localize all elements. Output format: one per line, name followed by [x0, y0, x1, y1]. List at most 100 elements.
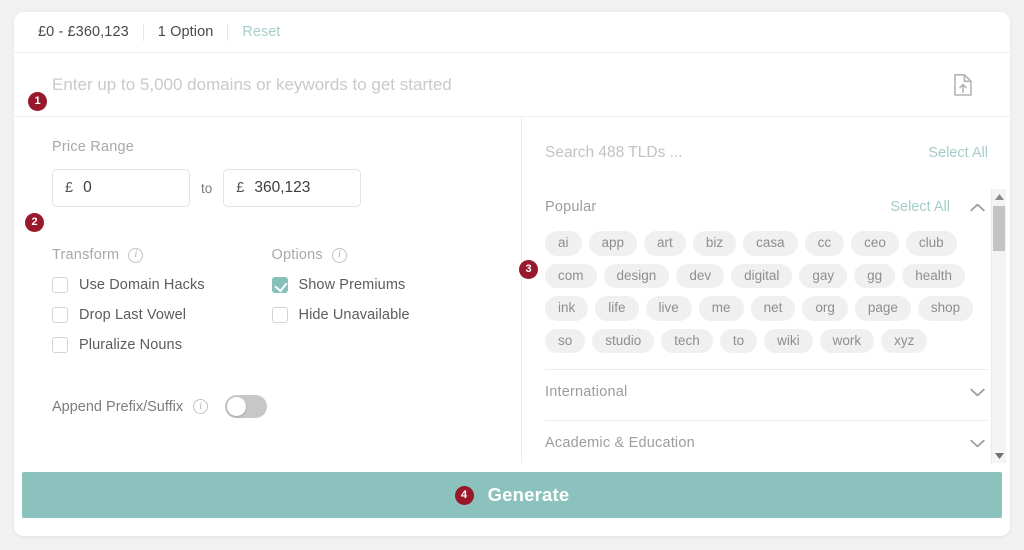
select-all-tlds-button[interactable]: Select All [928, 145, 988, 161]
checkbox-drop-last-vowel[interactable]: Drop Last Vowel [52, 307, 272, 323]
tld-chip[interactable]: art [644, 231, 686, 256]
toggle-knob [227, 397, 247, 416]
options-columns: Transform i Use Domain Hacks Drop Last V… [52, 247, 491, 367]
step-badge-3: 3 [519, 260, 538, 279]
keyword-search-row [14, 53, 1010, 117]
keyword-search-input[interactable] [32, 74, 946, 95]
reset-button[interactable]: Reset [228, 25, 294, 40]
step-badge-1: 1 [28, 92, 47, 111]
tld-chip[interactable]: club [905, 231, 957, 256]
generate-button-label: Generate [487, 484, 570, 505]
price-separator-label: to [201, 180, 213, 196]
checkbox-pluralize-nouns[interactable]: Pluralize Nouns [52, 337, 272, 353]
file-upload-icon[interactable] [946, 68, 980, 102]
info-icon[interactable]: i [128, 247, 144, 263]
tld-chip[interactable]: life [595, 296, 639, 321]
tld-chip[interactable]: work [819, 328, 875, 353]
tld-chip[interactable]: cc [804, 231, 845, 256]
tld-chip[interactable]: to [719, 328, 758, 353]
tld-group-list: Popular Select All ai app art biz casa c… [522, 189, 1010, 463]
checkbox-box[interactable] [271, 307, 288, 323]
tld-group-title: Popular [545, 199, 597, 215]
scroll-up-arrow-icon[interactable] [992, 189, 1006, 204]
options-count: 1 Option [157, 23, 214, 40]
price-max-input[interactable] [254, 179, 349, 197]
currency-symbol: £ [65, 180, 74, 196]
checkbox-box[interactable] [52, 277, 68, 293]
tld-chip[interactable]: com [545, 263, 597, 288]
tld-list-scrollbar[interactable] [991, 189, 1006, 463]
append-prefix-suffix-toggle[interactable] [225, 395, 268, 418]
tld-chip[interactable]: xyz [881, 328, 928, 353]
scrollbar-thumb[interactable] [993, 206, 1005, 251]
tld-search-row: Select All [522, 117, 1010, 189]
tld-chip[interactable]: me [698, 296, 744, 321]
tld-chip[interactable]: dev [676, 263, 725, 288]
checkbox-label: Pluralize Nouns [79, 337, 183, 353]
checkbox-hide-unavailable[interactable]: Hide Unavailable [271, 307, 492, 323]
checkbox-label: Drop Last Vowel [79, 307, 187, 323]
tld-chip[interactable]: biz [692, 231, 737, 256]
transform-header: Transform i [52, 247, 272, 263]
chevron-up-icon[interactable] [966, 203, 988, 212]
append-prefix-suffix-row: Append Prefix/Suffix i [52, 395, 491, 418]
tld-chip[interactable]: so [545, 328, 586, 353]
tld-chip[interactable]: shop [917, 296, 974, 321]
tld-chip[interactable]: design [603, 263, 670, 288]
tld-group-header-popular[interactable]: Popular Select All [522, 189, 988, 225]
price-min-input[interactable] [83, 179, 177, 197]
tld-chip[interactable]: app [588, 231, 638, 256]
tld-chip[interactable]: casa [743, 231, 798, 256]
chevron-down-icon[interactable] [966, 439, 988, 448]
tld-chip[interactable]: gay [799, 263, 848, 288]
tld-chip[interactable]: digital [731, 263, 793, 288]
checkbox-show-premiums[interactable]: Show Premiums [271, 277, 492, 293]
tld-chip-list-popular: ai app art biz casa cc ceo club com desi… [522, 225, 974, 363]
price-range-row: £ to £ [52, 169, 491, 207]
options-label: Options [271, 247, 323, 263]
info-icon[interactable]: i [193, 399, 209, 414]
tld-chip[interactable]: live [645, 296, 692, 321]
price-max-field[interactable]: £ [223, 169, 362, 207]
tld-group-title: International [545, 384, 628, 400]
checkbox-label: Show Premiums [298, 277, 406, 293]
scroll-down-arrow-icon[interactable] [992, 448, 1006, 463]
tld-chip[interactable]: ceo [851, 231, 899, 256]
select-all-popular-button[interactable]: Select All [890, 199, 950, 215]
transform-column: Transform i Use Domain Hacks Drop Last V… [52, 247, 272, 367]
checkbox-use-domain-hacks[interactable]: Use Domain Hacks [52, 277, 272, 293]
tld-chip[interactable]: ink [545, 296, 589, 321]
checkbox-label: Use Domain Hacks [79, 277, 205, 293]
tld-chip[interactable]: gg [854, 263, 896, 288]
info-icon[interactable]: i [331, 247, 347, 263]
filters-body: Price Range £ to £ Transform i [14, 117, 1010, 463]
domain-generator-card: £0 - £360,123 1 Option Reset Price Range… [14, 12, 1010, 536]
tld-panel: Select All Popular Select All ai app art… [522, 117, 1010, 463]
currency-symbol: £ [236, 180, 245, 196]
transform-label: Transform [52, 247, 120, 263]
tld-chip[interactable]: org [802, 296, 848, 321]
chevron-down-icon[interactable] [966, 388, 988, 397]
price-min-field[interactable]: £ [52, 169, 190, 207]
tld-chip[interactable]: net [750, 296, 796, 321]
options-column: Options i Show Premiums Hide Unavailable [271, 247, 492, 367]
tld-group-header-academic-education[interactable]: Academic & Education [522, 421, 988, 463]
tld-chip[interactable]: health [902, 263, 965, 288]
checkbox-label: Hide Unavailable [298, 307, 410, 323]
checkbox-box[interactable] [271, 277, 288, 293]
step-badge-2: 2 [25, 213, 44, 232]
tld-group-header-international[interactable]: International [522, 370, 988, 414]
summary-bar: £0 - £360,123 1 Option Reset [14, 12, 1010, 53]
price-summary: £0 - £360,123 [38, 23, 129, 40]
generate-footer: 4 Generate [14, 463, 1010, 536]
step-badge-4: 4 [454, 485, 474, 505]
tld-chip[interactable]: ai [545, 231, 582, 256]
tld-chip[interactable]: wiki [764, 328, 813, 353]
checkbox-box[interactable] [52, 337, 68, 353]
tld-chip[interactable]: tech [661, 328, 713, 353]
tld-chip[interactable]: studio [592, 328, 655, 353]
tld-chip[interactable]: page [854, 296, 911, 321]
generate-button[interactable]: 4 Generate [22, 472, 1002, 518]
tld-search-input[interactable] [545, 144, 929, 162]
checkbox-box[interactable] [52, 307, 68, 323]
